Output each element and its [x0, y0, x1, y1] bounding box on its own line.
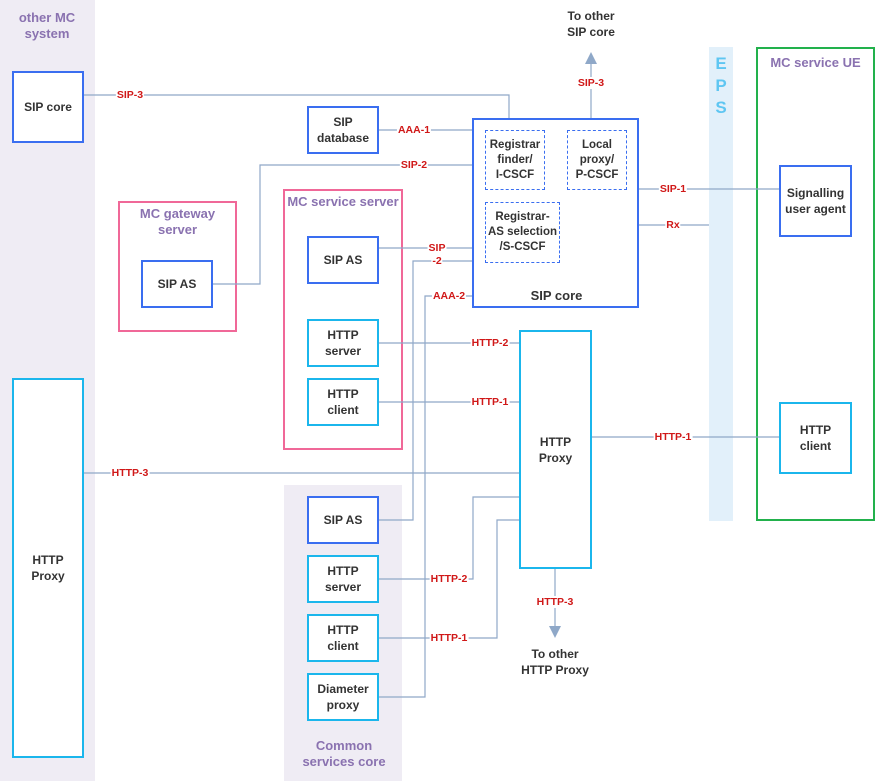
ue-http-client-label-2: client — [799, 439, 832, 453]
to-other-http-proxy: To other HTTP Proxy — [505, 646, 605, 678]
diameter-proxy-node[interactable]: Diameter proxy — [307, 673, 379, 721]
local-proxy-label-2: proxy/ — [579, 153, 615, 166]
service-http-client-label-2: client — [327, 403, 359, 417]
label-rx: Rx — [665, 219, 681, 231]
label-http1-ue: HTTP-1 — [653, 431, 693, 443]
to-other-sip-core-line1: To other — [567, 9, 615, 23]
registrar-as-label-3: /S-CSCF — [499, 241, 546, 253]
label-http3-other: HTTP-3 — [110, 467, 150, 479]
registrar-finder-label-1: Registrar — [489, 138, 541, 151]
signalling-ua-label-1: Signalling — [786, 186, 845, 200]
http-proxy-node[interactable]: HTTP Proxy — [519, 330, 592, 569]
gateway-sip-as-node[interactable]: SIP AS — [141, 260, 213, 308]
label-sip3-other: SIP-3 — [115, 89, 145, 101]
label-aaa2: AAA-2 — [431, 290, 467, 302]
label-http1-service: HTTP-1 — [470, 396, 510, 408]
label-http1-common: HTTP-1 — [429, 632, 469, 644]
other-http-proxy-node[interactable]: HTTP Proxy — [12, 378, 84, 758]
to-other-sip-core-line2: SIP core — [567, 25, 615, 39]
ue-http-client-label-1: HTTP — [799, 423, 832, 437]
registrar-finder-label-3: I-CSCF — [495, 168, 535, 181]
other-http-proxy-label-1: HTTP — [32, 553, 64, 567]
http-proxy-label-2: Proxy — [538, 450, 573, 465]
to-other-sip-core: To other SIP core — [551, 8, 631, 40]
common-http-client-label-2: client — [327, 639, 359, 653]
local-proxy-node[interactable]: Local proxy/ P-CSCF — [567, 130, 627, 190]
common-http-server-label-2: server — [324, 580, 362, 594]
service-sip-as-node[interactable]: SIP AS — [307, 236, 379, 284]
common-sip-as-label: SIP AS — [323, 513, 363, 527]
links-layer — [84, 52, 780, 698]
common-http-client-node[interactable]: HTTP client — [307, 614, 379, 662]
sip-core-label: SIP core — [530, 288, 583, 303]
label-sip2-service-b: -2 — [431, 255, 443, 267]
to-other-http-proxy-line2: HTTP Proxy — [521, 663, 589, 677]
http-proxy-label-1: HTTP — [539, 434, 572, 449]
diameter-proxy-label-2: proxy — [326, 698, 360, 712]
local-proxy-label-3: P-CSCF — [575, 168, 619, 181]
label-http2-common: HTTP-2 — [429, 573, 469, 585]
sip-database-label-1: SIP — [333, 115, 353, 129]
common-http-server-label-1: HTTP — [327, 564, 359, 578]
to-other-http-proxy-line1: To other — [531, 647, 579, 661]
common-http-server-node[interactable]: HTTP server — [307, 555, 379, 603]
link-http2-common — [378, 496, 520, 580]
service-http-server-label-2: server — [324, 344, 362, 358]
other-sip-core-label: SIP core — [24, 100, 72, 114]
registrar-finder-label-2: finder/ — [497, 153, 533, 166]
sip-core-node[interactable]: Registrar finder/ I-CSCF Local proxy/ P-… — [472, 118, 639, 308]
service-http-server-node[interactable]: HTTP server — [307, 319, 379, 367]
service-http-server-label-1: HTTP — [327, 328, 359, 342]
service-sip-as-label: SIP AS — [323, 253, 363, 267]
sip-database-label-2: database — [316, 131, 370, 145]
label-sip1: SIP-1 — [658, 183, 688, 195]
label-sip2-gateway: SIP-2 — [399, 159, 429, 171]
registrar-as-label-1: Registrar- — [495, 211, 550, 223]
label-sip3-up: SIP-3 — [576, 77, 606, 89]
sip-database-node[interactable]: SIP database — [307, 106, 379, 154]
ue-http-client-node[interactable]: HTTP client — [779, 402, 852, 474]
label-http3-down: HTTP-3 — [535, 596, 575, 608]
registrar-finder-node[interactable]: Registrar finder/ I-CSCF — [485, 130, 545, 190]
local-proxy-label-1: Local — [581, 138, 613, 151]
service-http-client-label-1: HTTP — [327, 387, 359, 401]
common-sip-as-node[interactable]: SIP AS — [307, 496, 379, 544]
registrar-as-node[interactable]: Registrar- AS selection /S-CSCF — [485, 202, 560, 263]
link-sip3-other — [84, 94, 510, 119]
registrar-as-label-2: AS selection — [487, 226, 558, 238]
common-http-client-label-1: HTTP — [327, 623, 359, 637]
label-aaa1: AAA-1 — [396, 124, 432, 136]
other-sip-core-node[interactable]: SIP core — [12, 71, 84, 143]
signalling-ua-label-2: user agent — [785, 202, 846, 216]
signalling-user-agent-node[interactable]: Signalling user agent — [779, 165, 852, 237]
gateway-sip-as-label: SIP AS — [157, 277, 197, 291]
label-http2-service: HTTP-2 — [470, 337, 510, 349]
diameter-proxy-label-1: Diameter — [317, 682, 369, 696]
other-http-proxy-label-2: Proxy — [31, 569, 65, 583]
service-http-client-node[interactable]: HTTP client — [307, 378, 379, 426]
label-sip2-service-a: SIP — [427, 242, 447, 254]
